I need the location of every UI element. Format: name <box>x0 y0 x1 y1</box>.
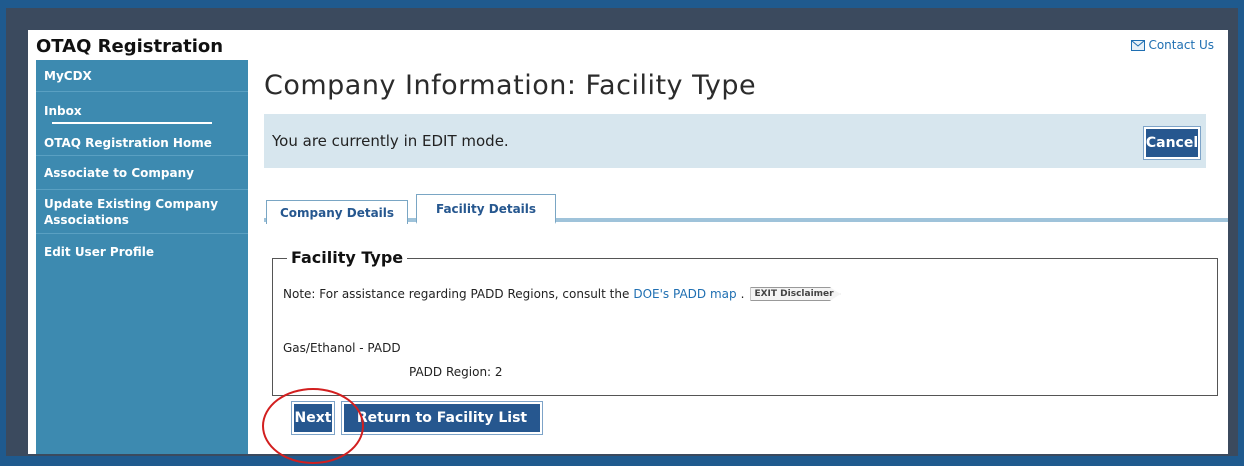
sidebar-item-label: OTAQ Registration Home <box>44 135 212 150</box>
sidebar-divider <box>52 122 212 124</box>
padd-note: Note: For assistance regarding PADD Regi… <box>283 287 841 301</box>
doe-padd-map-link[interactable]: DOE's PADD map <box>633 287 736 301</box>
sidebar-item-label: Associate to Company <box>44 165 194 180</box>
sidebar-item-label: MyCDX <box>44 68 92 83</box>
edit-mode-text: You are currently in EDIT mode. <box>272 132 509 150</box>
return-to-facility-list-button[interactable]: Return to Facility List <box>341 401 543 435</box>
tab-bar: Company Details Facility Details <box>264 192 1228 224</box>
sidebar-item-label: Inbox <box>44 104 82 118</box>
tab-facility-details[interactable]: Facility Details <box>416 194 556 224</box>
mail-icon <box>1131 39 1146 51</box>
tab-company-details[interactable]: Company Details <box>266 200 408 224</box>
note-prefix: Note: For assistance regarding PADD Regi… <box>283 287 630 301</box>
cancel-button[interactable]: Cancel <box>1143 126 1201 160</box>
app-title: OTAQ Registration <box>36 36 224 57</box>
contact-us-label: Contact Us <box>1148 38 1214 52</box>
facility-type-legend: Facility Type <box>287 248 408 267</box>
padd-region-value: PADD Region: 2 <box>409 365 503 379</box>
sidebar-item-label: Edit User Profile <box>44 245 155 259</box>
sidebar-item-associate-company[interactable]: Associate to Company <box>36 156 248 190</box>
sidebar-item-edit-profile[interactable]: Edit User Profile <box>36 234 248 270</box>
tab-underline <box>264 218 1228 222</box>
facility-type-fieldset: Facility Type Note: For assistance regar… <box>272 248 1218 396</box>
sidebar-item-mycdx[interactable]: MyCDX <box>36 60 248 92</box>
edit-mode-banner: You are currently in EDIT mode. Cancel <box>264 114 1206 168</box>
sidebar-item-inbox[interactable]: Inbox <box>36 92 248 120</box>
note-suffix: . <box>740 287 745 301</box>
facility-type-value: Gas/Ethanol - PADD <box>283 341 401 355</box>
sidebar-item-otaq-home[interactable]: OTAQ Registration Home <box>36 130 248 156</box>
sidebar-item-update-associations[interactable]: Update Existing Company Associations <box>36 190 248 234</box>
page-title: Company Information: Facility Type <box>264 70 757 101</box>
sidebar-item-label: Update Existing Company Associations <box>44 196 219 227</box>
sidebar: MyCDX Inbox OTAQ Registration Home Assoc… <box>36 60 248 454</box>
contact-us-link[interactable]: Contact Us <box>1131 38 1214 52</box>
exit-disclaimer-badge[interactable]: EXIT Disclaimer <box>750 287 841 301</box>
next-button[interactable]: Next <box>291 401 335 435</box>
